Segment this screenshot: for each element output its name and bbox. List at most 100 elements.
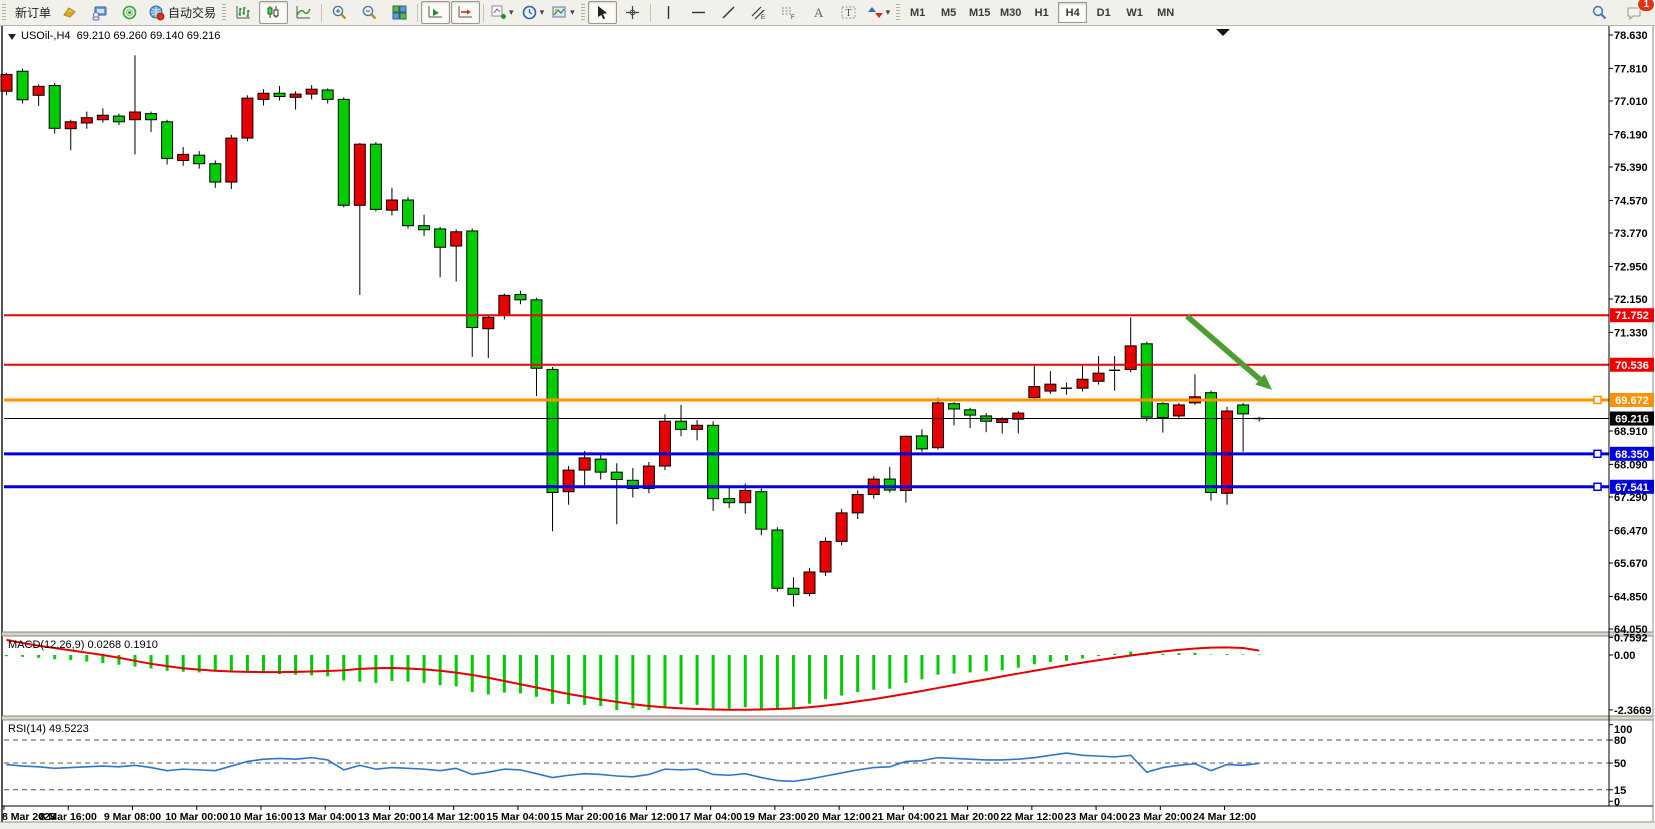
- templates-icon: [551, 4, 568, 21]
- candle-bear: [611, 472, 622, 479]
- zoom-in-button[interactable]: [325, 1, 354, 24]
- equidistant-channel-button[interactable]: E: [744, 1, 773, 24]
- trendline-icon: [720, 4, 737, 21]
- indicators-button[interactable]: ▾: [487, 1, 517, 24]
- candle-bull: [692, 425, 703, 429]
- text-label-icon: T: [840, 4, 857, 21]
- candle-bear: [274, 93, 285, 96]
- svg-text:A: A: [814, 5, 824, 20]
- auto-scroll-button[interactable]: [421, 1, 450, 24]
- terminal-button[interactable]: [115, 1, 144, 24]
- new-order-button[interactable]: 新订单: [9, 1, 54, 24]
- bar-chart-button[interactable]: [229, 1, 258, 24]
- candle-bull: [1029, 387, 1040, 398]
- zoom-out-button[interactable]: [355, 1, 384, 24]
- candlestick-chart-button[interactable]: [259, 1, 288, 24]
- timeframe-button-D1[interactable]: D1: [1089, 2, 1118, 23]
- chart-shift-button[interactable]: [451, 1, 480, 24]
- zoom-in-icon: [331, 4, 348, 21]
- line-handle[interactable]: [1594, 396, 1601, 403]
- crosshair-button[interactable]: [618, 1, 647, 24]
- candle-bull: [386, 200, 397, 210]
- candle-bull: [1173, 405, 1184, 416]
- trendline-button[interactable]: [714, 1, 743, 24]
- tile-windows-button[interactable]: [385, 1, 414, 24]
- candle-bear: [884, 479, 895, 490]
- text-label-button[interactable]: T: [834, 1, 863, 24]
- toolbar-grip[interactable]: [2, 4, 6, 22]
- price-badge-text: 67.541: [1615, 482, 1649, 494]
- notifications-button[interactable]: 1: [1620, 1, 1649, 24]
- chart-frame: [2, 25, 1653, 822]
- price-badge-text: 69.216: [1615, 414, 1649, 426]
- candle-bull: [1093, 373, 1104, 381]
- navigator-button[interactable]: [85, 1, 114, 24]
- price-tick-label: 77.810: [1614, 63, 1648, 75]
- candle-bear: [1238, 405, 1249, 414]
- price-tick-label: 68.090: [1614, 459, 1648, 471]
- candlestick-icon: [265, 4, 282, 21]
- candle-bull: [1077, 379, 1088, 388]
- horizontal-line-button[interactable]: [684, 1, 713, 24]
- arrow-objects-icon: [867, 4, 884, 21]
- price-tick-label: 72.950: [1614, 261, 1648, 273]
- ohlc-bars-icon: [235, 4, 252, 21]
- macd-tick-label: -2.3669: [1614, 705, 1651, 717]
- candle-bull: [1045, 384, 1056, 391]
- toolbar-grip[interactable]: [896, 4, 900, 22]
- line-handle[interactable]: [1594, 483, 1601, 490]
- candle-bear: [1157, 404, 1168, 418]
- text-button[interactable]: A: [804, 1, 833, 24]
- candle-bear: [419, 226, 430, 230]
- candle-bear: [772, 530, 783, 588]
- toolbar-grip[interactable]: [581, 4, 585, 22]
- zoom-out-icon: [361, 4, 378, 21]
- navigator-icon: [91, 4, 108, 21]
- candle-bull: [1125, 346, 1136, 370]
- vertical-line-button[interactable]: [654, 1, 683, 24]
- timeframe-button-M1[interactable]: M1: [903, 2, 932, 23]
- chart-window[interactable]: MACD(12,26,9) 0.0268 0.1910RSI(14) 49.52…: [0, 25, 1655, 829]
- crosshair-icon: [624, 4, 641, 21]
- templates-button[interactable]: ▾: [548, 1, 578, 24]
- timeframe-button-M5[interactable]: M5: [934, 2, 963, 23]
- candle-bear: [194, 155, 205, 164]
- price-chart-svg: MACD(12,26,9) 0.0268 0.1910RSI(14) 49.52…: [0, 25, 1655, 829]
- cursor-button[interactable]: [588, 1, 617, 24]
- periods-button[interactable]: ▾: [518, 1, 548, 24]
- fibonacci-button[interactable]: F: [774, 1, 803, 24]
- candle-bull: [290, 94, 301, 97]
- candle-bull: [579, 458, 590, 470]
- price-tick-label: 65.670: [1614, 558, 1648, 570]
- price-tick-label: 68.910: [1614, 426, 1648, 438]
- candle-bear: [146, 114, 157, 120]
- candle-bear: [916, 436, 927, 449]
- candle-bull: [451, 232, 462, 246]
- macd-tick-label: 0.00: [1614, 650, 1635, 662]
- candle-bull: [563, 470, 574, 492]
- toolbar-grip[interactable]: [222, 4, 226, 22]
- line-handle[interactable]: [1594, 450, 1601, 457]
- candle-bull: [1222, 411, 1233, 493]
- timeframe-button-MN[interactable]: MN: [1151, 2, 1180, 23]
- candle-bear: [403, 200, 414, 226]
- chart-shift-icon: [457, 4, 474, 21]
- line-chart-button[interactable]: [289, 1, 318, 24]
- candle-bear: [322, 90, 333, 99]
- symbol-dropdown-icon[interactable]: [8, 34, 16, 40]
- auto-trading-button[interactable]: 自动交易: [145, 1, 219, 24]
- candle-bull: [820, 541, 831, 572]
- search-button[interactable]: [1585, 1, 1614, 24]
- arrows-button[interactable]: ▾: [864, 1, 894, 24]
- candle-bull: [836, 513, 847, 542]
- timeframe-button-M15[interactable]: M15: [965, 2, 994, 23]
- timeframe-button-H4[interactable]: H4: [1058, 2, 1087, 23]
- timeframe-button-M30[interactable]: M30: [996, 2, 1025, 23]
- candle-bull: [900, 436, 911, 490]
- timeframe-button-H1[interactable]: H1: [1027, 2, 1056, 23]
- market-watch-button[interactable]: [55, 1, 84, 24]
- dropdown-arrow-icon: ▾: [540, 7, 545, 18]
- timeframe-button-W1[interactable]: W1: [1120, 2, 1149, 23]
- svg-text:E: E: [761, 15, 765, 21]
- chart-symbol-period: USOil-,H4: [21, 30, 71, 42]
